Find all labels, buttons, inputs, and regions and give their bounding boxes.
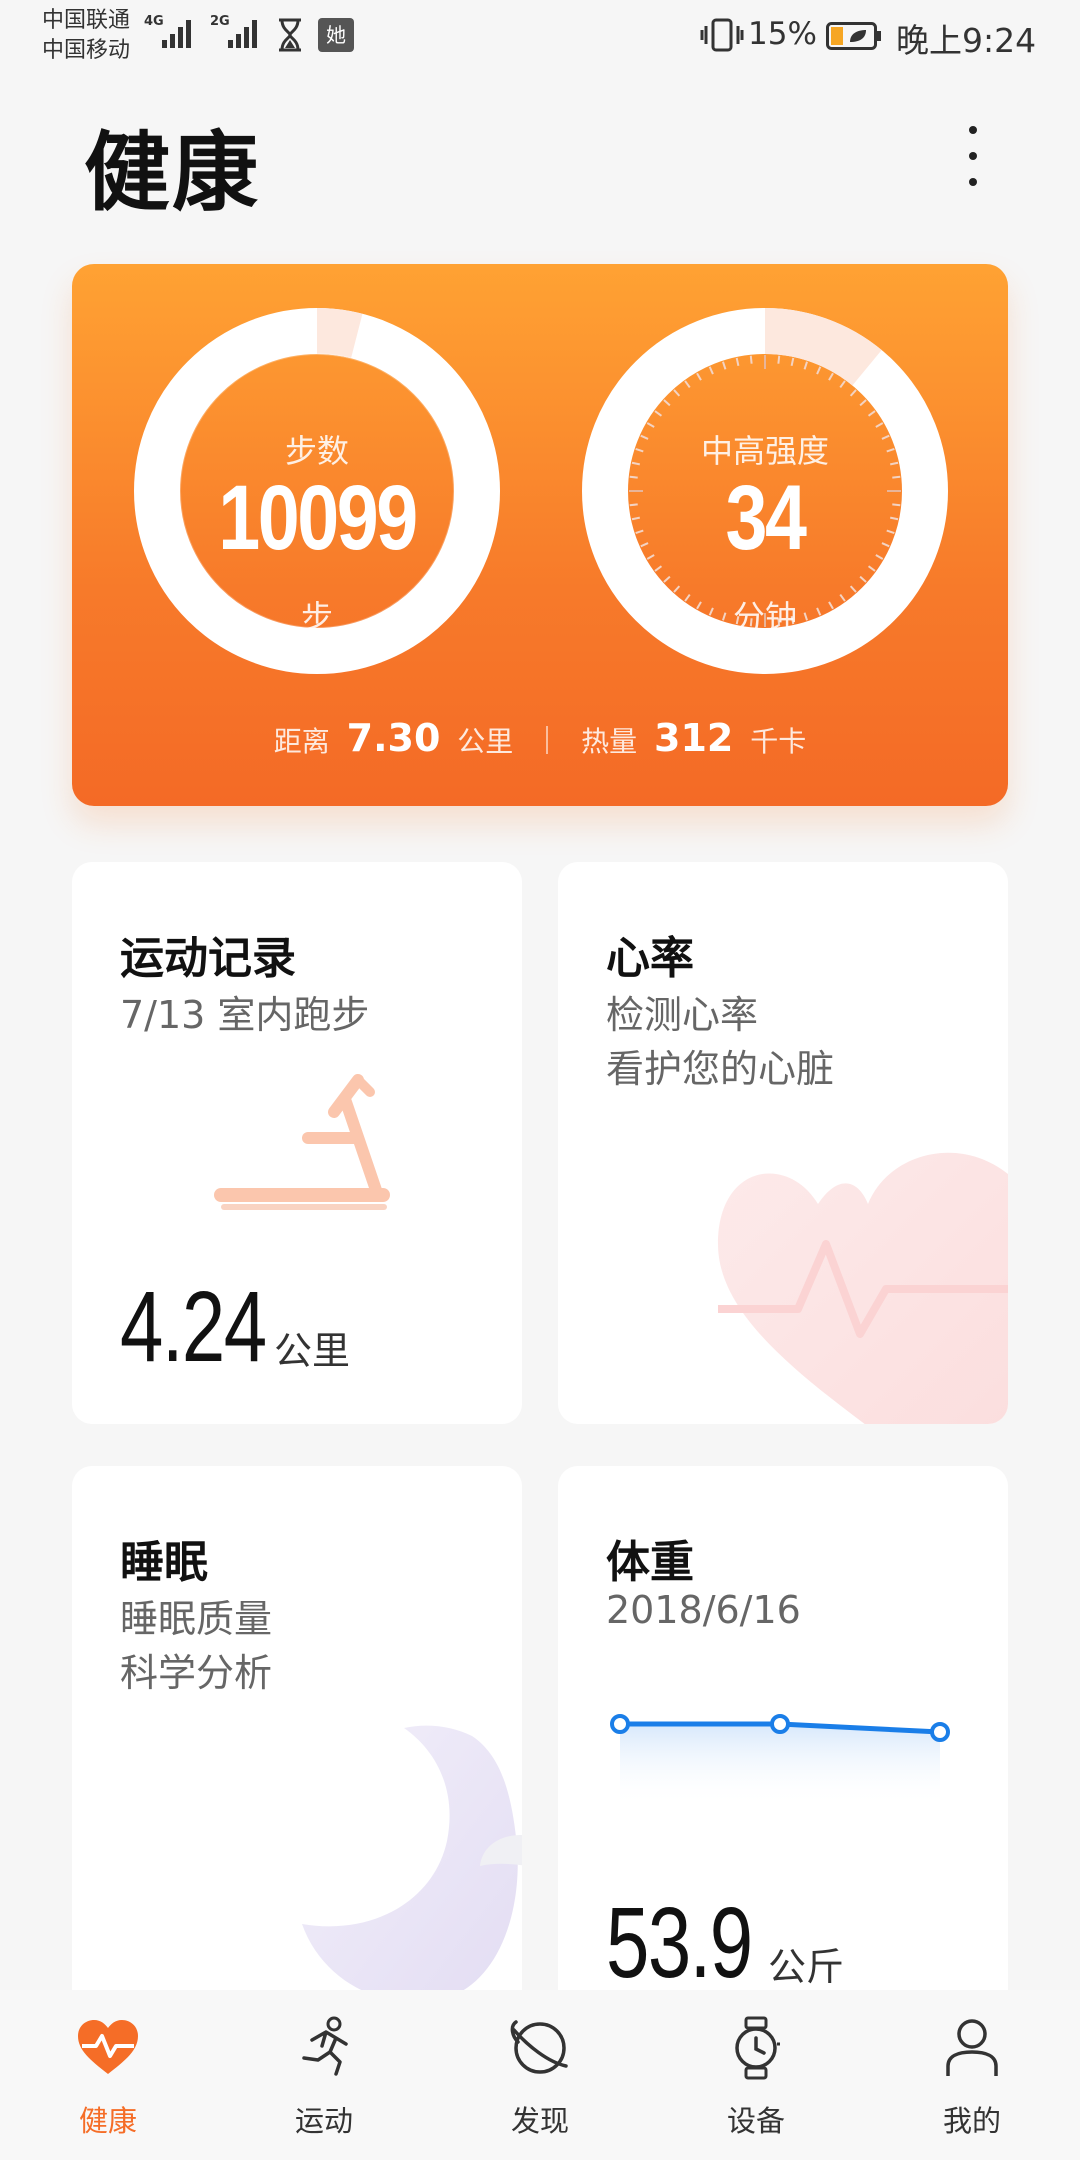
nav-label-me: 我的 <box>942 2104 1001 2138</box>
nav-item-devices[interactable]: 设备 <box>648 1990 864 2160</box>
distance-value: 7.30 <box>346 716 441 760</box>
carrier-1: 中国联通 <box>42 8 131 33</box>
battery-percent: 15% <box>748 16 817 52</box>
planet-icon <box>510 2020 568 2074</box>
app-badge-icon: 她 <box>318 18 354 52</box>
distance-calories-summary: 距离 7.30 公里 热量 312 千卡 <box>72 716 1008 760</box>
page-title: 健康 <box>84 123 260 223</box>
sleep-line-2: 科学分析 <box>120 1651 273 1695</box>
person-icon <box>946 2019 998 2076</box>
sim-2-network: 2G <box>210 14 230 29</box>
intensity-value: 34 <box>725 467 806 569</box>
running-icon <box>302 2016 348 2076</box>
intensity-ring[interactable]: 中高强度 34 分钟 <box>580 306 950 676</box>
treadmill-icon <box>214 1074 390 1210</box>
more-vertical-icon[interactable] <box>950 118 996 194</box>
calories-unit: 千卡 <box>750 725 807 758</box>
heart-line-2: 看护您的心脏 <box>606 1047 835 1091</box>
heart-line-1: 检测心率 <box>606 993 759 1037</box>
workout-record-tile[interactable]: 运动记录 7/13 室内跑步 4.24 公里 <box>72 862 522 1424</box>
workout-distance-value: 4.24 <box>120 1271 267 1383</box>
weight-trend-point <box>930 1722 950 1742</box>
carrier-2: 中国移动 <box>42 38 131 63</box>
hourglass-icon <box>279 18 301 52</box>
carrier-names: 中国联通 中国移动 <box>42 6 130 66</box>
heart-title: 心率 <box>606 933 694 984</box>
weight-trend-icon <box>610 1714 950 1806</box>
battery-icon <box>826 22 881 50</box>
steps-ring[interactable]: 步数 10099 步 <box>132 306 502 676</box>
summary-divider <box>546 726 549 754</box>
weight-tile[interactable]: 体重 2018/6/16 53.9 公斤 <box>558 1466 1008 2066</box>
workout-subtitle: 7/13 室内跑步 <box>120 993 370 1037</box>
sleep-tile[interactable]: 睡眠 睡眠质量 科学分析 <box>72 1466 522 2066</box>
weight-title: 体重 <box>606 1537 694 1588</box>
sim-1-network: 4G <box>144 14 164 29</box>
steps-value: 10099 <box>218 467 418 569</box>
watch-icon <box>735 2016 780 2080</box>
status-clock: 晚上9:24 <box>896 21 1037 60</box>
heart-rate-tile[interactable]: 心率 检测心率 看护您的心脏 <box>558 862 1008 1424</box>
weight-trend-point <box>770 1714 790 1734</box>
sleep-line-1: 睡眠质量 <box>120 1597 273 1641</box>
sleep-title: 睡眠 <box>120 1537 208 1588</box>
weight-trend-point <box>610 1714 630 1734</box>
weight-trend-area <box>620 1724 940 1806</box>
nav-item-health[interactable]: 健康 <box>0 1990 216 2160</box>
weight-value: 53.9 <box>606 1887 753 1999</box>
bottom-nav: 健康 运动 发现 设备 我的 <box>0 1990 1080 2160</box>
workout-distance-unit: 公里 <box>274 1329 351 1373</box>
nav-item-discover[interactable]: 发现 <box>432 1990 648 2160</box>
distance-label: 距离 <box>273 725 330 758</box>
calories-label: 热量 <box>581 725 638 758</box>
heart-icon <box>78 2020 138 2074</box>
nav-label-devices: 设备 <box>726 2104 785 2138</box>
weight-unit: 公斤 <box>768 1945 845 1989</box>
workout-title: 运动记录 <box>120 933 296 984</box>
nav-item-me[interactable]: 我的 <box>864 1990 1080 2160</box>
distance-unit: 公里 <box>457 725 514 758</box>
nav-label-exercise: 运动 <box>294 2104 353 2138</box>
weight-date: 2018/6/16 <box>606 1588 801 1632</box>
nav-label-discover: 发现 <box>510 2104 569 2138</box>
vibrate-icon <box>700 18 744 52</box>
status-bar: 中国联通 中国移动 4G 2G 她 15% 晚上9:24 <box>0 0 1080 72</box>
activity-summary-card[interactable]: 步数 10099 步 中高强度 34 分钟 距离 7.30 公里 热量 312 … <box>72 264 1008 806</box>
intensity-unit: 分钟 <box>732 598 797 636</box>
nav-item-exercise[interactable]: 运动 <box>216 1990 432 2160</box>
steps-unit: 步 <box>300 598 333 636</box>
heart-pulse-icon <box>718 1152 1008 1424</box>
nav-label-health: 健康 <box>78 2104 137 2138</box>
calories-value: 312 <box>654 716 734 760</box>
